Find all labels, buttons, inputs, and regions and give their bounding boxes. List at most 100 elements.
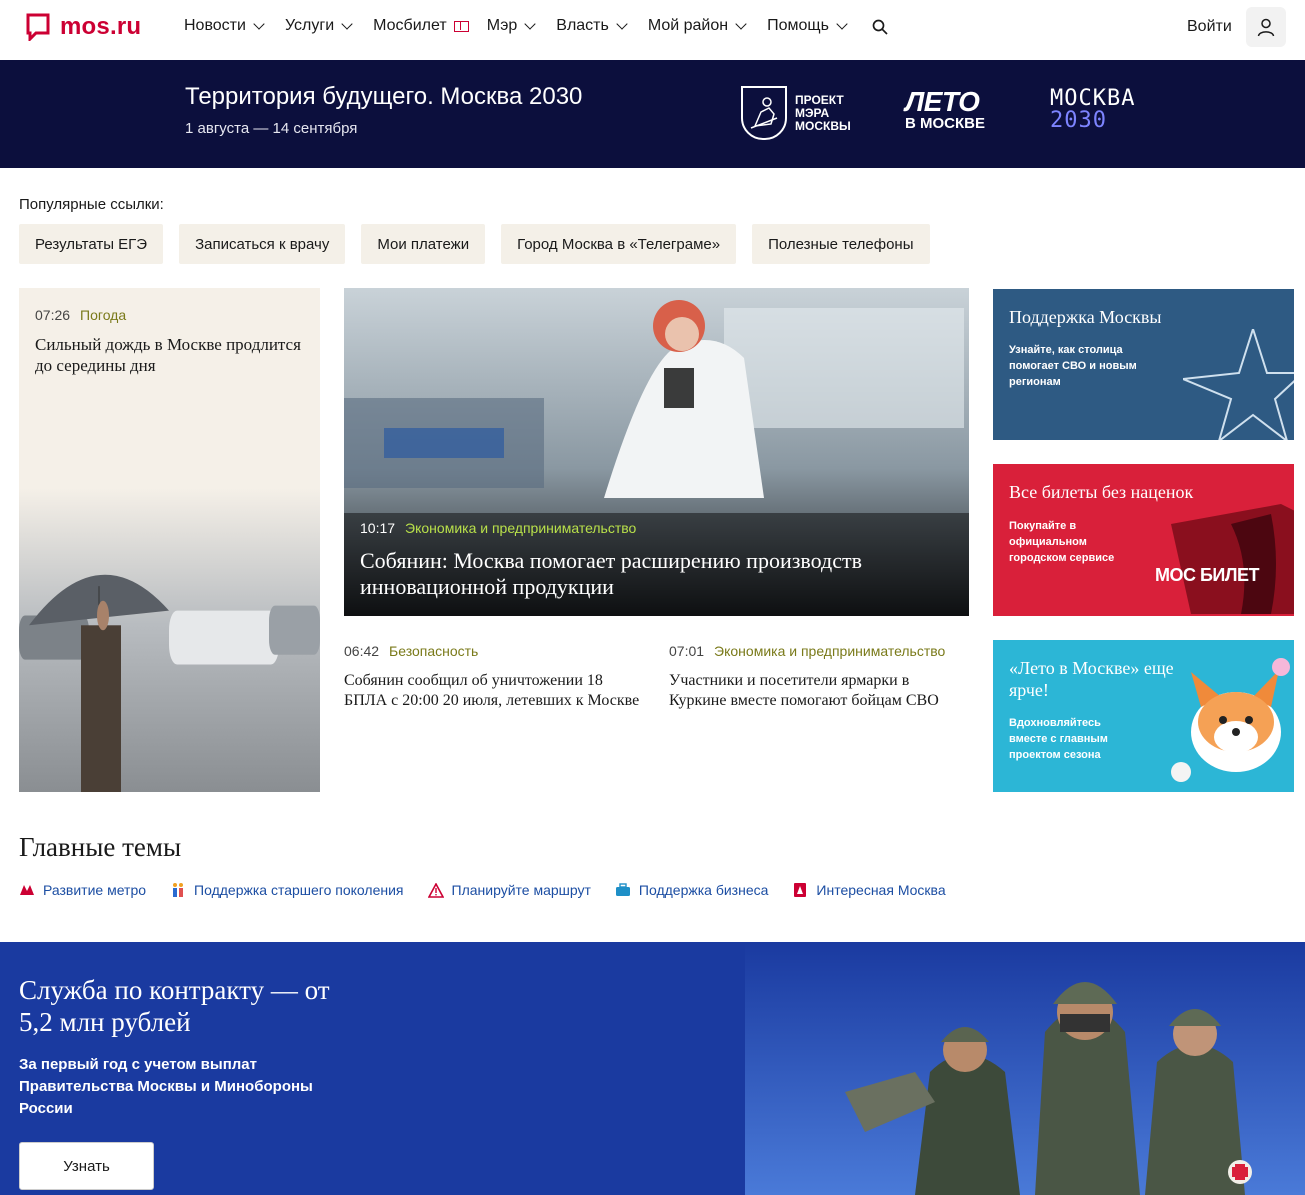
news-meta: 10:17 Экономика и предпринимательство <box>360 520 636 536</box>
rider-icon <box>750 97 778 129</box>
user-icon <box>1257 18 1275 37</box>
popular-link-doctor[interactable]: Записаться к врачу <box>179 224 346 264</box>
chevron-down-icon <box>341 18 353 30</box>
promo-title: Поддержка Москвы <box>1009 307 1162 327</box>
site-logo[interactable]: mos.ru <box>26 13 141 41</box>
promo-banner[interactable]: Территория будущего. Москва 2030 1 авгус… <box>0 60 1305 168</box>
news-title: Собянин сообщил об уничтожении 18 БПЛА с… <box>344 672 640 709</box>
news-time: 07:26 <box>35 307 71 323</box>
logo-text: mos.ru <box>60 13 142 40</box>
promo-text: Вдохновляйтесь вместе с главным проектом… <box>1009 717 1108 761</box>
theatre-curtain-image <box>1171 504 1294 614</box>
leto-big: ЛЕТО <box>905 86 980 117</box>
moscow-2030-bottom: 2030 <box>1050 108 1107 133</box>
moscow-emblem-icon <box>741 86 787 140</box>
nav-help[interactable]: Помощь <box>767 17 850 35</box>
weather-news-card[interactable]: 07:26 Погода Сильный дождь в Москве прод… <box>19 288 320 792</box>
themes-title: Главные темы <box>19 832 182 862</box>
theme-elderly[interactable]: Поддержка старшего поколения <box>170 882 404 898</box>
news-time: 06:42 <box>344 643 380 659</box>
news-category[interactable]: Погода <box>80 307 126 323</box>
site-header: mos.ru Новости Услуги Мосбилет Мэр Власт… <box>0 0 1305 60</box>
theme-label: Интересная Москва <box>816 882 946 898</box>
nav-label: Мосбилет <box>373 17 447 34</box>
login-link[interactable]: Войти <box>1187 18 1232 36</box>
user-button[interactable] <box>1246 7 1286 47</box>
news-category[interactable]: Экономика и предпринимательство <box>714 643 945 659</box>
theme-business[interactable]: Поддержка бизнеса <box>615 882 769 898</box>
nav-label: Мой район <box>647 17 729 34</box>
nav-district[interactable]: Мой район <box>648 17 749 35</box>
moscow-2030-logo: МОСКВА 2030 <box>1050 88 1135 132</box>
logo-icon <box>26 13 50 41</box>
nav-news[interactable]: Новости <box>184 17 267 35</box>
chevron-down-icon <box>836 18 848 30</box>
promo-title: Все билеты без наценок <box>1009 482 1194 502</box>
book-icon <box>453 20 469 32</box>
theme-label: Планируйте маршрут <box>451 882 591 898</box>
popular-link-phones[interactable]: Полезные телефоны <box>752 224 930 264</box>
theme-label: Поддержка старшего поколения <box>194 882 404 898</box>
news-item[interactable]: 07:01 Экономика и предпринимательство Уч… <box>669 643 969 711</box>
star-icon <box>1183 329 1294 440</box>
elderly-icon <box>170 882 186 898</box>
news-time: 07:01 <box>669 643 705 659</box>
news-item[interactable]: 06:42 Безопасность Собянин сообщил об ун… <box>344 643 644 711</box>
learn-more-button[interactable]: Узнать <box>19 1142 154 1190</box>
promo-text: Покупайте в официальном городском сервис… <box>1009 520 1115 564</box>
corgi-mascot-image <box>1171 658 1290 782</box>
nav-government[interactable]: Власть <box>556 17 630 35</box>
nav-label: Мэр <box>486 17 518 34</box>
landmark-icon <box>792 882 808 898</box>
promo-summer-moscow[interactable]: «Лето в Москве» еще ярче! Вдохновляйтесь… <box>993 640 1294 792</box>
promo-title: «Лето в Москве» еще ярче! <box>1009 658 1174 700</box>
metro-icon <box>19 882 35 898</box>
news-title: Участники и посетители ярмарки в Куркине… <box>669 672 939 709</box>
news-meta: 07:26 Погода <box>35 307 126 323</box>
nav-label: Услуги <box>284 17 335 34</box>
nav-services[interactable]: Услуги <box>285 17 355 35</box>
soldiers-illustration <box>745 942 1305 1195</box>
banner-dates: 1 августа — 14 сентября <box>185 120 358 137</box>
news-meta: 07:01 Экономика и предпринимательство <box>669 643 969 659</box>
main-news-card[interactable]: 10:17 Экономика и предпринимательство Со… <box>344 288 969 616</box>
popular-links-label: Популярные ссылки: <box>19 196 164 213</box>
theme-metro[interactable]: Развитие метро <box>19 882 146 898</box>
popular-links: Результаты ЕГЭ Записаться к врачу Мои пл… <box>19 224 930 264</box>
popular-link-exam[interactable]: Результаты ЕГЭ <box>19 224 164 264</box>
news-time: 10:17 <box>360 520 396 536</box>
chevron-down-icon <box>616 18 628 30</box>
project-label: ПРОЕКТ МЭРА МОСКВЫ <box>795 92 851 133</box>
news-category[interactable]: Экономика и предпринимательство <box>405 520 636 536</box>
news-meta: 06:42 Безопасность <box>344 643 644 659</box>
news-category[interactable]: Безопасность <box>389 643 478 659</box>
banner-title: Территория будущего. Москва 2030 <box>185 83 583 110</box>
nav-mosbilet[interactable]: Мосбилет <box>373 17 469 35</box>
nav-mayor[interactable]: Мэр <box>487 17 539 35</box>
theme-label: Развитие метро <box>43 882 147 898</box>
news-title: Сильный дождь в Москве продлится до сере… <box>35 335 301 375</box>
popular-link-payments[interactable]: Мои платежи <box>361 224 486 264</box>
mayor-project-logo: ПРОЕКТ МЭРА МОСКВЫ <box>741 86 865 140</box>
theme-label: Поддержка бизнеса <box>638 882 769 898</box>
contract-service-promo[interactable]: Служба по контракту — от 5,2 млн рублей … <box>0 942 1305 1195</box>
promo-text: За первый год с учетом выплат Правительс… <box>19 1056 313 1117</box>
theme-route[interactable]: Планируйте маршрут <box>427 882 591 898</box>
promo-text: Узнайте, как столица помогает СВО и новы… <box>1009 344 1137 388</box>
leto-logo: ЛЕТО В МОСКВЕ <box>905 88 985 132</box>
promo-mosbilet[interactable]: Все билеты без наценок Покупайте в офици… <box>993 464 1294 616</box>
search-icon[interactable] <box>872 19 888 35</box>
promo-support-moscow[interactable]: Поддержка Москвы Узнайте, как столица по… <box>993 289 1294 440</box>
nav-label: Власть <box>556 17 609 34</box>
main-nav: Новости Услуги Мосбилет Мэр Власть Мой р… <box>184 17 850 35</box>
news-title: Собянин: Москва помогает расширению прои… <box>360 548 862 599</box>
moscow-2030-top: МОСКВА <box>1050 86 1136 111</box>
briefcase-icon <box>615 882 631 898</box>
leto-small: В МОСКВЕ <box>905 115 985 132</box>
themes-list: Развитие метро Поддержка старшего поколе… <box>19 882 946 898</box>
rain-umbrella-image <box>19 488 320 792</box>
warning-icon <box>427 882 444 898</box>
theme-interesting-moscow[interactable]: Интересная Москва <box>792 882 946 898</box>
popular-link-telegram[interactable]: Город Москва в «Телеграме» <box>501 224 737 264</box>
nav-label: Новости <box>184 17 246 34</box>
